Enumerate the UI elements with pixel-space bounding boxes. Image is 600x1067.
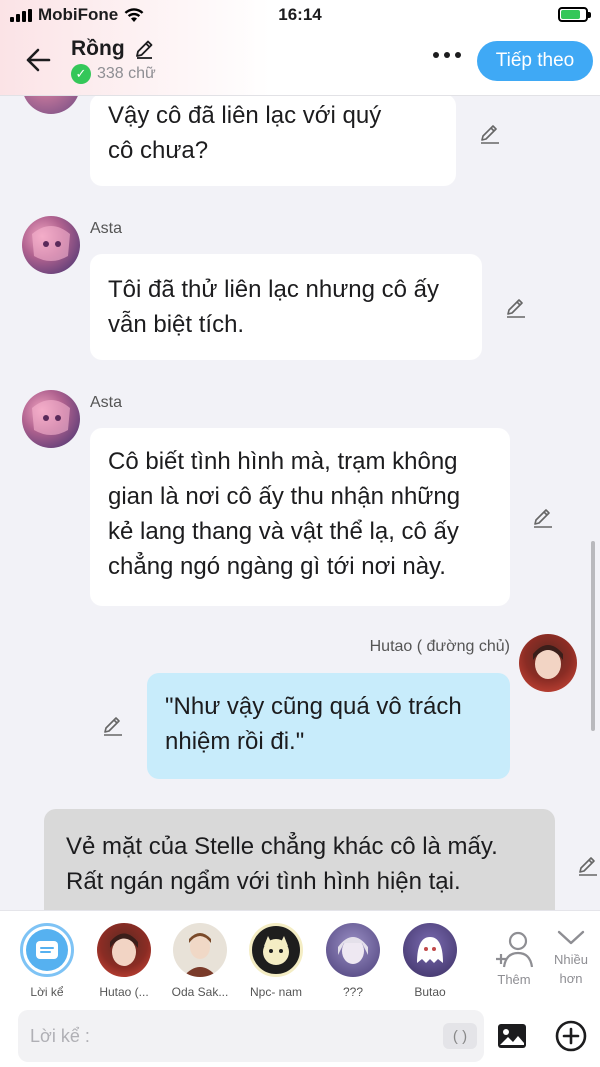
add-circle-icon[interactable] (555, 1020, 587, 1052)
narration-bubble[interactable]: Vẻ mặt của Stelle chẳng khác cô là mấy. … (44, 809, 555, 910)
chat-bubble[interactable]: Tôi đã thử liên lạc nhưng cô ấy vẫn biệt… (90, 254, 482, 360)
message-line: vẫn biệt tích. (108, 311, 245, 338)
more-label-line1: Nhiều (554, 952, 588, 967)
character-bar: Lời kể Hutao (... Oda Sak... Npc- nam ??… (0, 910, 600, 1006)
more-characters-button[interactable]: Nhiều hơn (543, 927, 599, 986)
character-label: Lời kể (30, 985, 64, 999)
message-line: Rất ngán ngẩm với tình hình hiện tại. (66, 868, 461, 895)
avatar[interactable] (519, 634, 577, 692)
story-title: Rồng (71, 37, 155, 61)
message-line: Vậy cô đã liên lạc với quý (108, 102, 382, 129)
character-hutao[interactable]: Hutao (... (88, 923, 160, 999)
character-unknown[interactable]: ??? (317, 923, 389, 999)
battery-icon (558, 7, 591, 22)
top-header: MobiFone 16:14 Rồng ✓ 338 chữ Tiếp theo (0, 0, 600, 96)
message-line: nhiệm rồi đi." (165, 728, 305, 755)
add-person-icon (496, 931, 534, 968)
avatar-art (533, 645, 563, 679)
avatar (173, 923, 227, 977)
more-label-line2: hơn (559, 971, 583, 986)
image-icon[interactable] (496, 1020, 528, 1052)
avatar[interactable] (22, 390, 80, 448)
character-label: Butao (414, 985, 446, 999)
speaker-name: Hutao ( đường chủ) (369, 638, 510, 655)
message-line: chẳng ngó ngàng gì tới nơi này. (108, 553, 446, 580)
avatar (249, 923, 303, 977)
input-row: ( ) (0, 1006, 600, 1067)
edit-icon[interactable] (576, 854, 600, 878)
avatar[interactable] (22, 96, 80, 114)
pencil-icon[interactable] (133, 38, 155, 60)
narration-icon (20, 923, 74, 977)
avatar (97, 923, 151, 977)
speaker-name: Asta (90, 220, 123, 237)
edit-icon[interactable] (504, 296, 528, 320)
clock: 16:14 (278, 5, 322, 24)
message-line: "Như vậy cũng quá vô trách (165, 693, 462, 720)
message-line: cô chưa? (108, 137, 209, 164)
chat-area[interactable]: Vậy cô đã liên lạc với quý cô chưa? Asta… (0, 96, 600, 910)
story-title-text: Rồng (71, 37, 125, 60)
chat-bubble-user[interactable]: "Như vậy cũng quá vô trách nhiệm rồi đi.… (147, 673, 510, 779)
word-count-text: 338 chữ (97, 65, 156, 82)
chat-bubble[interactable]: Vậy cô đã liên lạc với quý cô chưa? (90, 96, 456, 186)
message-line: kẻ lang thang và vật thể lạ, cô ấy (108, 518, 459, 545)
parenthesis-button[interactable]: ( ) (443, 1023, 477, 1049)
scrollbar[interactable] (591, 541, 595, 731)
word-count: ✓ 338 chữ (71, 64, 156, 84)
avatar-art (32, 226, 70, 261)
character-label: Hutao (... (99, 985, 149, 999)
message-line: Vẻ mặt của Stelle chẳng khác cô là mấy. (66, 833, 498, 860)
character-narrator[interactable]: Lời kể (11, 923, 83, 999)
add-character-button[interactable]: Thêm (486, 929, 542, 987)
message-input[interactable] (18, 1010, 484, 1062)
edit-icon[interactable] (101, 714, 125, 738)
character-label: Npc- nam (249, 985, 302, 999)
add-character-label: Thêm (497, 972, 531, 987)
character-butao[interactable]: Butao (394, 923, 466, 999)
avatar-art (32, 400, 70, 435)
back-arrow-icon[interactable] (22, 45, 52, 75)
edit-icon[interactable] (478, 122, 502, 146)
check-icon: ✓ (71, 64, 91, 84)
character-npc-nam[interactable]: Npc- nam (240, 923, 312, 999)
more-menu-icon[interactable] (433, 52, 461, 58)
next-button[interactable]: Tiếp theo (477, 41, 593, 81)
character-oda[interactable]: Oda Sak... (164, 923, 236, 999)
chat-bubble[interactable]: Cô biết tình hình mà, trạm không gian là… (90, 428, 510, 606)
avatar (326, 923, 380, 977)
edit-icon[interactable] (531, 506, 555, 530)
avatar (403, 923, 457, 977)
chevron-down-icon (557, 930, 585, 945)
status-bar: MobiFone 16:14 (0, 0, 600, 30)
speaker-name: Asta (90, 394, 123, 411)
avatar[interactable] (22, 216, 80, 274)
message-line: gian là nơi cô ấy thu nhận những (108, 483, 461, 510)
character-label: ??? (342, 985, 364, 999)
message-line: Cô biết tình hình mà, trạm không (108, 448, 458, 475)
message-line: Tôi đã thử liên lạc nhưng cô ấy (108, 276, 439, 303)
character-label: Oda Sak... (171, 985, 229, 999)
